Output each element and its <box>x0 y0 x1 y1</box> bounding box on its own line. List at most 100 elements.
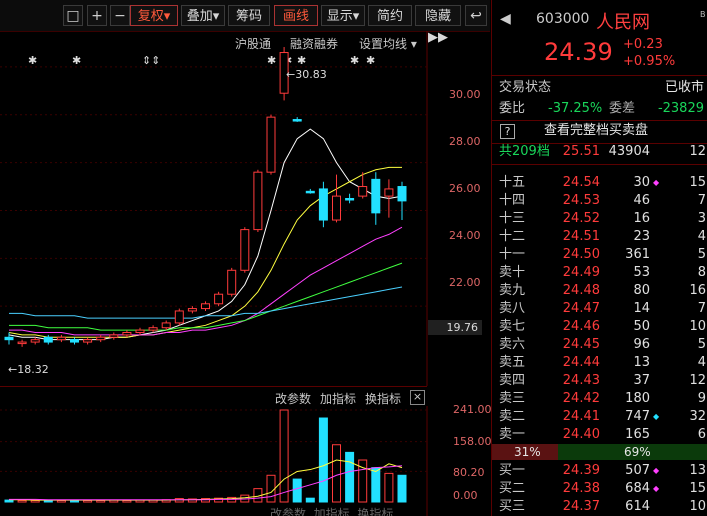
volume-bar[interactable] <box>384 472 394 503</box>
prev-stock-icon[interactable]: ◀ <box>500 11 511 27</box>
candle[interactable] <box>214 291 224 307</box>
volume-chart[interactable] <box>0 406 490 516</box>
bid-row[interactable]: 买三 24.37 614 10 <box>492 498 707 516</box>
hide-button[interactable]: 隐藏▶▶ <box>415 5 461 45</box>
candle[interactable] <box>384 179 394 218</box>
close-icon[interactable]: × <box>410 390 425 405</box>
bid-row[interactable]: 买一 24.39 507 ◆ 13 <box>492 462 707 480</box>
ask-row[interactable]: 十一 24.50 361 5 <box>492 246 707 264</box>
overlay-button[interactable]: 叠加▾ <box>181 5 225 26</box>
ask-row[interactable]: 卖五 24.44 13 4 <box>492 354 707 372</box>
zoom-out-icon[interactable]: − <box>110 5 130 26</box>
candle[interactable] <box>4 332 14 345</box>
ask-row[interactable]: 卖三 24.42 180 9 <box>492 390 707 408</box>
volume-bar[interactable] <box>345 451 355 503</box>
volume-bar[interactable] <box>56 499 66 503</box>
ask-row[interactable]: 十二 24.51 23 4 <box>492 228 707 246</box>
bid-list: 买一 24.39 507 ◆ 13 买二 24.38 684 ◆ 15 买三 24.37 614 10 <box>492 462 707 516</box>
candle[interactable] <box>96 334 106 343</box>
lock-icon[interactable]: □ <box>63 5 83 26</box>
price-chart[interactable] <box>0 31 490 386</box>
volume-bar[interactable] <box>30 499 40 503</box>
candle[interactable] <box>227 267 237 297</box>
volume-bar[interactable] <box>4 499 14 503</box>
ask-row[interactable]: 十五 24.54 30 ◆ 15 <box>492 174 707 192</box>
candle[interactable] <box>371 172 381 225</box>
ask-row[interactable]: 卖二 24.41 747 ◆ 32 <box>492 408 707 426</box>
candle[interactable] <box>318 181 328 228</box>
draw-line-button[interactable]: 画线 <box>274 5 318 26</box>
candle[interactable] <box>292 117 302 122</box>
volume-bar[interactable] <box>83 499 93 503</box>
level-volume: 14 <box>633 301 650 316</box>
bid-row[interactable]: 买二 24.38 684 ◆ 15 <box>492 480 707 498</box>
candle[interactable] <box>332 174 341 223</box>
ask-row[interactable]: 卖七 24.46 50 10 <box>492 318 707 336</box>
last-price: 24.39 <box>544 38 613 66</box>
candle[interactable] <box>135 327 145 335</box>
level-price: 24.46 <box>562 319 600 334</box>
candle[interactable] <box>174 308 184 326</box>
candle[interactable] <box>109 332 119 340</box>
volume-bar[interactable] <box>122 499 132 503</box>
ask-row[interactable]: 卖一 24.40 165 6 <box>492 426 707 444</box>
candle[interactable] <box>56 334 66 343</box>
edit-params-button[interactable]: 改参数 <box>275 390 311 407</box>
volume-bar[interactable] <box>371 467 381 503</box>
candle[interactable] <box>122 330 132 338</box>
volume-bar[interactable] <box>292 478 302 503</box>
candle[interactable] <box>305 188 315 194</box>
help-icon[interactable]: ? <box>500 124 515 139</box>
back-arrow-icon[interactable]: ↩ <box>465 5 487 26</box>
ask-row[interactable]: 十三 24.52 16 3 <box>492 210 707 228</box>
ask-row[interactable]: 卖四 24.43 37 12 <box>492 372 707 390</box>
candle[interactable] <box>266 114 276 175</box>
volume-bar[interactable] <box>332 444 341 503</box>
ask-row[interactable]: 卖九 24.48 80 16 <box>492 282 707 300</box>
level-price: 24.52 <box>562 211 600 226</box>
ask-row[interactable]: 卖六 24.45 96 5 <box>492 336 707 354</box>
candle[interactable] <box>17 339 27 347</box>
display-button[interactable]: 显示▾ <box>321 5 365 26</box>
edit-params-button-clipped[interactable]: 改参数 <box>270 507 306 516</box>
candle[interactable] <box>30 337 40 345</box>
volume-bar[interactable] <box>70 500 79 503</box>
simple-button[interactable]: 简约 <box>368 5 412 26</box>
level-price: 24.39 <box>562 463 600 478</box>
candle[interactable] <box>83 337 93 345</box>
level-label: 买二 <box>499 481 526 496</box>
zoom-in-icon[interactable]: + <box>87 5 107 26</box>
volume-bar[interactable] <box>397 474 407 503</box>
candle[interactable] <box>345 193 355 204</box>
volume-bar[interactable] <box>318 417 328 503</box>
candle[interactable] <box>253 169 263 232</box>
fuquan-button[interactable]: 复权▾ <box>130 5 178 26</box>
candle[interactable] <box>201 301 210 311</box>
add-indicator-button-clipped[interactable]: 加指标 <box>314 507 350 516</box>
switch-indicator-button-clipped[interactable]: 换指标 <box>357 507 393 516</box>
candle[interactable] <box>240 227 250 273</box>
volume-bar[interactable] <box>305 497 315 503</box>
volume-bar[interactable] <box>266 474 276 503</box>
volume-bar[interactable] <box>17 499 27 503</box>
volume-bar[interactable] <box>279 409 289 503</box>
candle[interactable] <box>148 325 158 333</box>
candle[interactable] <box>397 181 407 221</box>
level-count: 10 <box>689 499 706 514</box>
level-count: 7 <box>697 193 706 208</box>
switch-indicator-button[interactable]: 换指标 <box>365 390 401 407</box>
volume-bar[interactable] <box>96 499 106 503</box>
chips-button[interactable]: 筹码 <box>228 5 270 26</box>
candle[interactable] <box>187 306 197 314</box>
level-count: 4 <box>697 229 706 244</box>
ask-row[interactable]: 卖十 24.49 53 8 <box>492 264 707 282</box>
candle[interactable] <box>70 337 79 345</box>
full-book-link[interactable]: 查看完整档买卖盘 <box>544 122 648 140</box>
add-indicator-button[interactable]: 加指标 <box>320 390 356 407</box>
level-count: 8 <box>697 265 706 280</box>
level-count: 9 <box>697 391 706 406</box>
ask-row[interactable]: 卖八 24.47 14 7 <box>492 300 707 318</box>
full-book-row[interactable]: ? 查看完整档买卖盘 <box>492 122 707 140</box>
level-price: 24.47 <box>562 301 600 316</box>
ask-row[interactable]: 十四 24.53 46 7 <box>492 192 707 210</box>
